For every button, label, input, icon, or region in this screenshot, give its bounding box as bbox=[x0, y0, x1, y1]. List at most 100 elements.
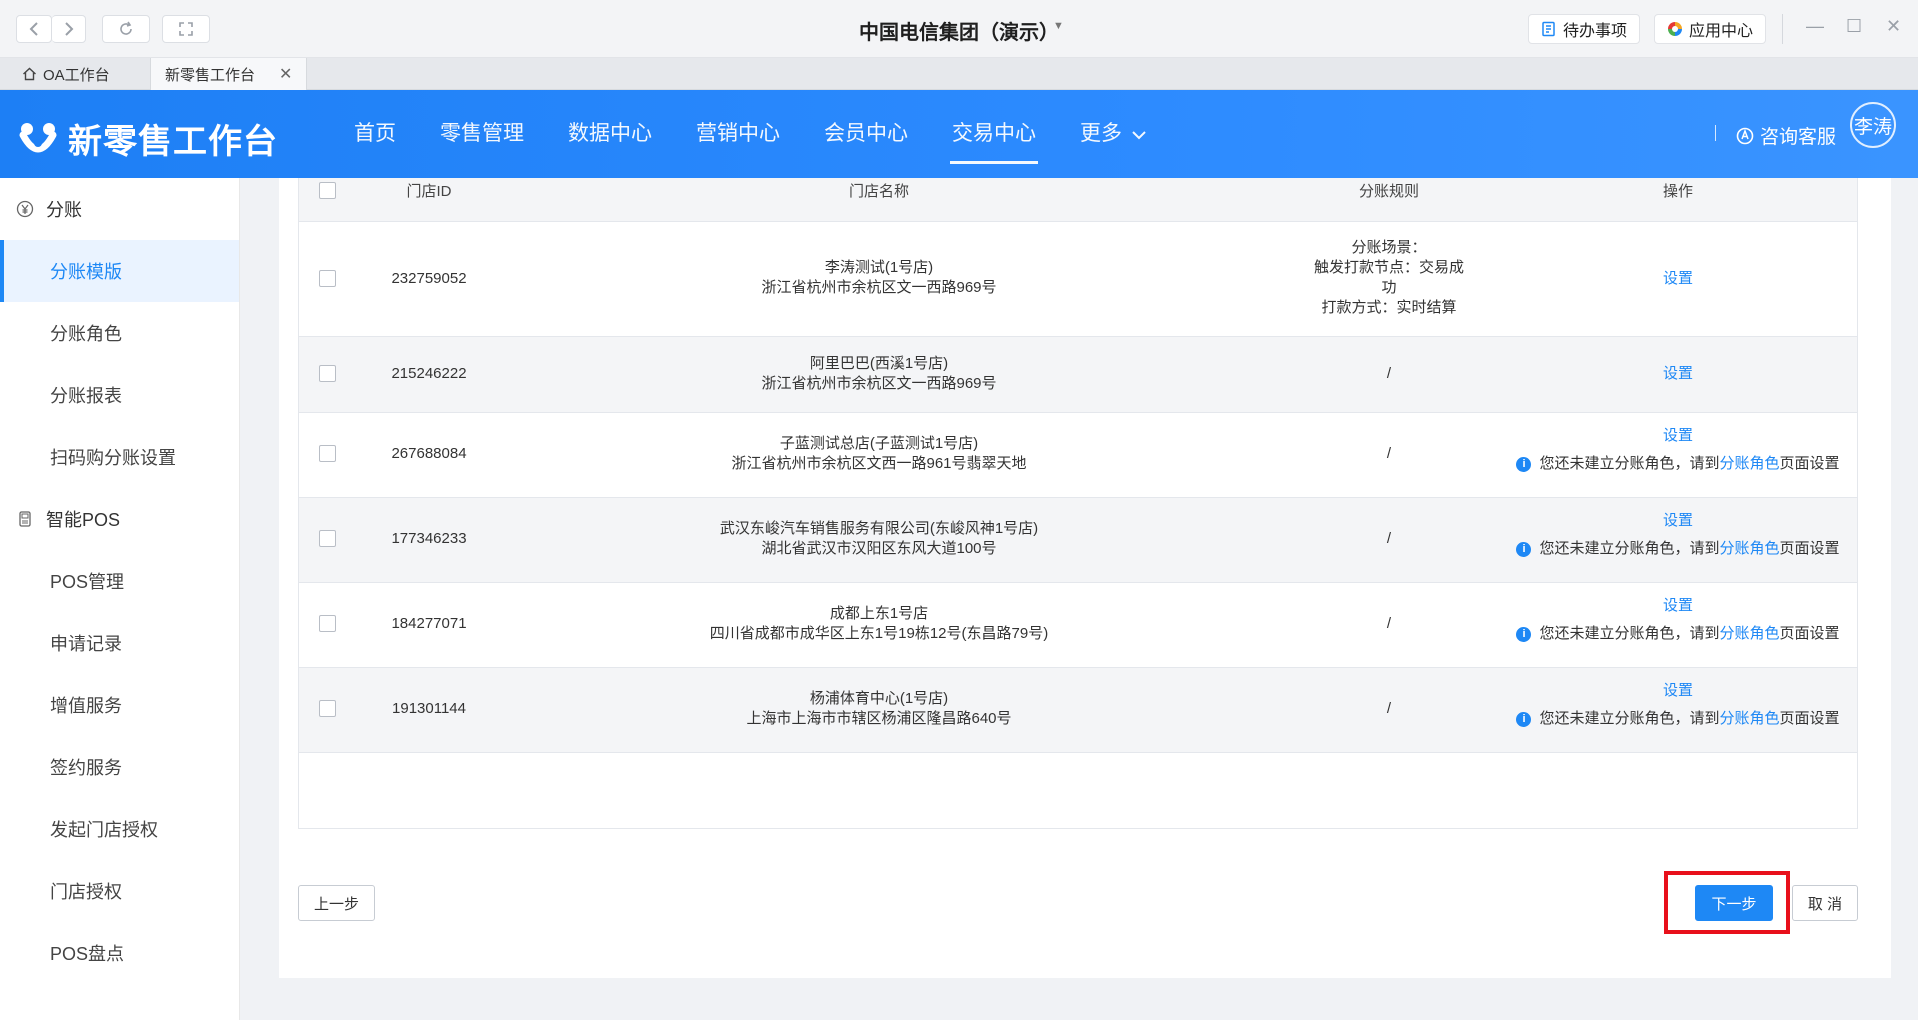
rule-line: 功 bbox=[1381, 279, 1397, 296]
action-cell: 设置 bbox=[1499, 364, 1857, 384]
split-rule: 分账场景： 触发打款节点：交易成 功 打款方式：实时结算 bbox=[1299, 238, 1479, 318]
sidebar-item-scan-split-settings[interactable]: 扫码购分账设置 bbox=[0, 426, 239, 488]
minimize-icon[interactable]: — bbox=[1806, 16, 1824, 37]
app-logo[interactable]: 新零售工作台 bbox=[18, 114, 278, 163]
warning-text: 页面设置 bbox=[1779, 710, 1840, 727]
row-checkbox[interactable] bbox=[319, 365, 336, 382]
settings-link[interactable]: 设置 bbox=[1663, 365, 1693, 382]
cancel-button[interactable]: 取 消 bbox=[1792, 885, 1858, 921]
window-title-bar: 中国电信集团（演示） ▼ 待办事项 应用中心 — ☐ ✕ bbox=[0, 0, 1918, 58]
close-tab-icon[interactable]: ✕ bbox=[279, 64, 292, 84]
store-id: 191301144 bbox=[392, 700, 466, 717]
info-icon: i bbox=[1516, 626, 1532, 642]
chevron-down-icon bbox=[1132, 131, 1146, 140]
split-rule: / bbox=[1386, 615, 1392, 632]
split-role-link[interactable]: 分账角色 bbox=[1719, 710, 1779, 727]
sidebar-item-split-report[interactable]: 分账报表 bbox=[0, 364, 239, 426]
action-cell: 设置 i 您还未建立分账角色，请到分账角色页面设置 bbox=[1499, 426, 1857, 474]
nav-more-label: 更多 bbox=[1080, 122, 1122, 145]
divider bbox=[1715, 125, 1716, 141]
split-rule: / bbox=[1386, 365, 1392, 382]
app-name: 新零售工作台 bbox=[68, 123, 278, 161]
app-header: 新零售工作台 首页 零售管理 数据中心 营销中心 会员中心 交易中心 更多 咨询… bbox=[0, 90, 1918, 178]
row-checkbox[interactable] bbox=[319, 445, 336, 462]
store-name-cell: 成都上东1号店 四川省成都市成华区上东1号19栋12号(东昌路79号) bbox=[529, 604, 1229, 644]
warning-text: 页面设置 bbox=[1779, 540, 1840, 557]
info-icon: i bbox=[1516, 541, 1532, 557]
sidebar-item-contract-services[interactable]: 签约服务 bbox=[0, 736, 239, 798]
action-cell: 设置 bbox=[1499, 269, 1857, 289]
settings-link[interactable]: 设置 bbox=[1663, 427, 1693, 444]
warning-message: i 您还未建立分账角色，请到分账角色页面设置 bbox=[1516, 454, 1840, 474]
split-role-link[interactable]: 分账角色 bbox=[1719, 625, 1779, 642]
store-name-cell: 李涛测试(1号店) 浙江省杭州市余杭区文一西路969号 bbox=[529, 258, 1229, 298]
select-all-checkbox[interactable] bbox=[319, 182, 336, 199]
maximize-icon[interactable]: ☐ bbox=[1846, 16, 1862, 37]
nav-data-center[interactable]: 数据中心 bbox=[546, 90, 674, 178]
sidebar-item-initiate-store-auth[interactable]: 发起门店授权 bbox=[0, 798, 239, 860]
store-address: 浙江省杭州市余杭区文一西路969号 bbox=[761, 279, 997, 296]
tab-oa[interactable]: OA工作台 bbox=[8, 58, 124, 90]
store-id: 232759052 bbox=[391, 270, 467, 287]
settings-link[interactable]: 设置 bbox=[1663, 512, 1693, 529]
store-name: 阿里巴巴(西溪1号店) bbox=[809, 355, 949, 372]
tab-label: 新零售工作台 bbox=[165, 66, 256, 84]
app-center-button[interactable]: 应用中心 bbox=[1654, 14, 1767, 44]
store-address: 四川省成都市成华区上东1号19栋12号(东昌路79号) bbox=[709, 625, 1049, 642]
prev-step-button[interactable]: 上一步 bbox=[298, 885, 375, 921]
info-icon: i bbox=[1516, 456, 1532, 472]
close-icon[interactable]: ✕ bbox=[1886, 16, 1901, 37]
home-icon bbox=[23, 67, 36, 81]
sidebar: 分账 分账模版 分账角色 分账报表 扫码购分账设置 智能POS POS管理 申请… bbox=[0, 178, 240, 1020]
warning-message: i 您还未建立分账角色，请到分账角色页面设置 bbox=[1516, 709, 1840, 729]
app-center-icon bbox=[1668, 22, 1682, 36]
table-row: 215246222 阿里巴巴(西溪1号店) 浙江省杭州市余杭区文一西路969号 … bbox=[299, 337, 1857, 413]
sidebar-item-apply-records[interactable]: 申请记录 bbox=[0, 612, 239, 674]
avatar[interactable]: 李涛 bbox=[1850, 102, 1896, 148]
nav-marketing-center[interactable]: 营销中心 bbox=[674, 90, 802, 178]
tab-bar: OA工作台 新零售工作台 ✕ bbox=[0, 58, 1918, 90]
nav-home[interactable]: 首页 bbox=[332, 90, 418, 178]
nav-trade-center[interactable]: 交易中心 bbox=[930, 90, 1058, 178]
warning-message: i 您还未建立分账角色，请到分账角色页面设置 bbox=[1516, 539, 1840, 559]
sidebar-item-pos-inventory[interactable]: POS盘点 bbox=[0, 922, 239, 984]
row-checkbox[interactable] bbox=[319, 700, 336, 717]
row-checkbox[interactable] bbox=[319, 270, 336, 287]
row-checkbox[interactable] bbox=[319, 530, 336, 547]
rule-line: 分账场景： bbox=[1351, 239, 1427, 256]
table-row: 267688084 子蓝测试总店(子蓝测试1号店) 浙江省杭州市余杭区文西一路9… bbox=[299, 413, 1857, 498]
store-name: 成都上东1号店 bbox=[829, 605, 929, 622]
store-name-cell: 子蓝测试总店(子蓝测试1号店) 浙江省杭州市余杭区文西一路961号翡翠天地 bbox=[529, 434, 1229, 474]
nav-retail-management[interactable]: 零售管理 bbox=[418, 90, 546, 178]
sidebar-item-value-added-services[interactable]: 增值服务 bbox=[0, 674, 239, 736]
store-name: 杨浦体育中心(1号店) bbox=[809, 690, 949, 707]
row-checkbox[interactable] bbox=[319, 615, 336, 632]
settings-link[interactable]: 设置 bbox=[1663, 682, 1693, 699]
yen-circle-icon bbox=[16, 200, 34, 218]
settings-link[interactable]: 设置 bbox=[1663, 597, 1693, 614]
settings-link[interactable]: 设置 bbox=[1663, 270, 1693, 287]
warning-text: 您还未建立分账角色，请到 bbox=[1539, 455, 1720, 472]
sidebar-group-split[interactable]: 分账 bbox=[0, 178, 239, 240]
highlight-box bbox=[1664, 871, 1790, 934]
rule-line: 打款方式：实时结算 bbox=[1321, 299, 1457, 316]
todo-button[interactable]: 待办事项 bbox=[1528, 14, 1641, 44]
split-role-link[interactable]: 分账角色 bbox=[1719, 455, 1779, 472]
sidebar-item-store-auth[interactable]: 门店授权 bbox=[0, 860, 239, 922]
column-header-action: 操作 bbox=[1662, 183, 1693, 200]
scrollbar[interactable] bbox=[1905, 178, 1918, 1020]
info-icon: i bbox=[1516, 711, 1532, 727]
support-button[interactable]: 咨询客服 bbox=[1736, 122, 1836, 149]
split-rule: / bbox=[1386, 700, 1392, 717]
nav-more[interactable]: 更多 bbox=[1058, 90, 1168, 178]
sidebar-item-split-role[interactable]: 分账角色 bbox=[0, 302, 239, 364]
nav-member-center[interactable]: 会员中心 bbox=[802, 90, 930, 178]
sidebar-group-pos[interactable]: 智能POS bbox=[0, 488, 239, 550]
sidebar-item-pos-management[interactable]: POS管理 bbox=[0, 550, 239, 612]
sidebar-item-split-template[interactable]: 分账模版 bbox=[0, 240, 239, 302]
warning-message: i 您还未建立分账角色，请到分账角色页面设置 bbox=[1516, 624, 1840, 644]
caret-down-icon[interactable]: ▼ bbox=[1053, 20, 1064, 32]
tab-retail[interactable]: 新零售工作台 ✕ bbox=[150, 58, 308, 90]
table-row: 191301144 杨浦体育中心(1号店) 上海市上海市市辖区杨浦区隆昌路640… bbox=[299, 668, 1857, 753]
split-role-link[interactable]: 分账角色 bbox=[1719, 540, 1779, 557]
